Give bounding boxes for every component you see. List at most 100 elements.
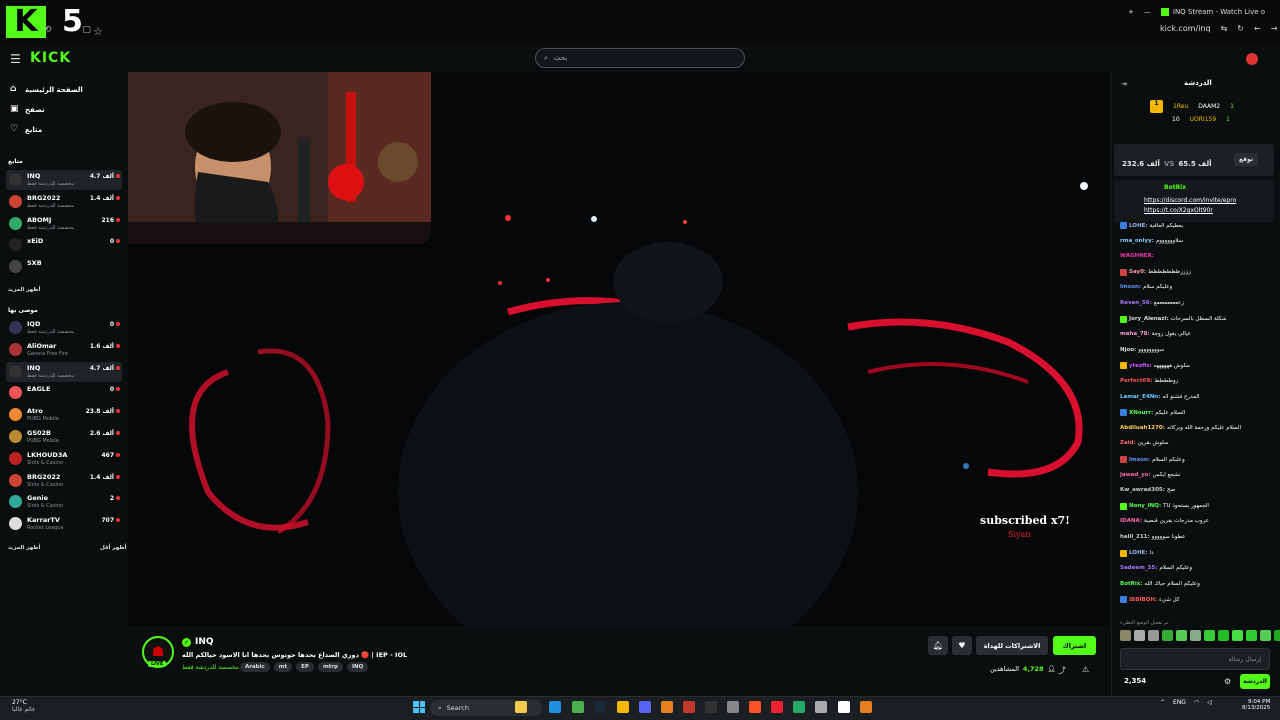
tab-active[interactable]: INQ Stream - Watch Live o	[1160, 8, 1265, 16]
app-icon[interactable]	[860, 701, 872, 713]
tag[interactable]: mt	[273, 662, 293, 672]
brave-icon[interactable]	[749, 701, 761, 713]
app-icon[interactable]	[838, 701, 850, 713]
tag[interactable]: EP	[296, 662, 314, 672]
prediction-button[interactable]: توقع	[1233, 153, 1258, 166]
show-less-recommended[interactable]: أظهر أقل	[100, 545, 126, 551]
chat-username[interactable]: Say0:	[1129, 269, 1146, 275]
chat-username[interactable]: Lamar_E4Nn:	[1120, 394, 1160, 400]
emote-icon[interactable]	[1148, 630, 1159, 641]
chat-username[interactable]: Abdiluah1270:	[1120, 425, 1165, 431]
emote-icon[interactable]	[1120, 630, 1131, 641]
prediction-banner[interactable]: 232.6 ألف VS 65.5 ألف توقع	[1114, 144, 1274, 176]
forward-icon[interactable]: →	[1271, 24, 1278, 33]
subscribe-button[interactable]: اشتراك	[1053, 636, 1096, 655]
sidebar-item-following[interactable]: ♡ متابع	[10, 125, 42, 134]
obs-icon[interactable]	[705, 701, 717, 713]
chat-username[interactable]: XNourr:	[1129, 410, 1153, 416]
show-more-following[interactable]: أظهر المزيد	[8, 287, 40, 293]
channel-item[interactable]: INQ مخصصة للدردشة فقط 4.7 ألف	[6, 361, 122, 382]
emote-icon[interactable]	[1204, 630, 1215, 641]
channel-item[interactable]: INQ مخصصة للدردشة فقط 4.7 ألف	[6, 170, 122, 190]
collapse-chat-icon[interactable]: ⇥	[1121, 80, 1127, 88]
chat-username[interactable]: Sadeem_35:	[1120, 565, 1157, 571]
channel-points[interactable]: 2,354	[1124, 677, 1146, 685]
channel-item[interactable]: SXB	[6, 257, 122, 277]
wifi-icon[interactable]: ◠	[1194, 699, 1199, 706]
lang-indicator[interactable]: ENG	[1173, 699, 1186, 706]
emote-icon[interactable]	[1190, 630, 1201, 641]
channel-item[interactable]: BRG2022 مخصصة للدردشة فقط 1.4 ألف	[6, 192, 122, 212]
chat-username[interactable]: maha_78:	[1120, 331, 1150, 337]
app-icon[interactable]	[793, 701, 805, 713]
file-explorer-icon[interactable]	[515, 701, 527, 713]
emote-icon[interactable]	[1246, 630, 1257, 641]
app-icon[interactable]	[661, 701, 673, 713]
system-clock[interactable]: 9:04 PM 8/13/2025	[1242, 699, 1270, 711]
channel-item[interactable]: EAGLE 0	[6, 383, 122, 403]
windows-start-icon[interactable]	[413, 701, 425, 713]
chat-username[interactable]: Nony_INQ:	[1129, 503, 1161, 509]
refresh-icon[interactable]: ↻	[1237, 24, 1244, 33]
emote-icon[interactable]	[1134, 630, 1145, 641]
channel-item[interactable]: xEiD 0	[6, 235, 122, 255]
chat-username[interactable]: LOHE:	[1129, 223, 1148, 229]
volume-icon[interactable]: ◁	[1207, 699, 1212, 706]
pinned-link[interactable]: https://t.co/X2gxOlt90r	[1144, 207, 1213, 214]
discord-icon[interactable]	[639, 701, 651, 713]
channel-item[interactable]: IQD مخصصة للدردشة فقط 0	[6, 318, 122, 338]
chat-username[interactable]: rma_onlyy:	[1120, 238, 1154, 244]
app-icon[interactable]	[683, 701, 695, 713]
menu-icon[interactable]: ☰	[10, 52, 21, 66]
chat-username[interactable]: ytezfiz:	[1129, 363, 1152, 369]
channel-item[interactable]: Atro PUBG Mobile 23.8 ألف	[6, 405, 122, 425]
chat-username[interactable]: Revan_56:	[1120, 300, 1152, 306]
steam-icon[interactable]	[594, 701, 606, 713]
streamer-name[interactable]: ✓ INQ	[182, 637, 214, 647]
app-icon[interactable]	[815, 701, 827, 713]
chat-username[interactable]: WAGHNER:	[1120, 253, 1154, 259]
channel-item[interactable]: AliOmar Garena Free Fire 1.6 ألف	[6, 340, 122, 360]
emote-icon[interactable]	[1274, 630, 1280, 641]
kick-logo[interactable]: KICK	[30, 50, 71, 66]
chat-username[interactable]: Zaid:	[1120, 440, 1136, 446]
sidebar-item-home[interactable]: ⌂ الصفحة الرئيسية	[10, 85, 83, 94]
emote-icon[interactable]	[1232, 630, 1243, 641]
chrome-icon[interactable]	[572, 701, 584, 713]
chat-input[interactable]: إرسال رسالة	[1120, 648, 1270, 670]
edge-icon[interactable]	[549, 701, 561, 713]
chat-username[interactable]: lmxon:	[1129, 457, 1150, 463]
chat-username[interactable]: lmxon:	[1120, 284, 1141, 290]
channel-item[interactable]: GS02B PUBG Mobile 2.6 ألف	[6, 427, 122, 447]
settings-icon[interactable]: ⇆	[1221, 24, 1228, 33]
tag[interactable]: INQ	[346, 662, 369, 672]
chat-username[interactable]: jawad_yo:	[1120, 472, 1151, 478]
tag[interactable]: mtrp	[317, 662, 343, 672]
user-avatar[interactable]	[1246, 53, 1258, 65]
channel-item[interactable]: Genie Slots & Casino 2	[6, 492, 122, 512]
stream-category[interactable]: مخصصة للدردشة فقط	[182, 664, 239, 671]
emote-icon[interactable]	[1218, 630, 1229, 641]
chat-send-button[interactable]: الدردشة	[1240, 674, 1270, 689]
weather-widget[interactable]: 27°C غائم غالبا	[12, 699, 35, 713]
channel-item[interactable]: LKHOUD3A Slots & Casino 467	[6, 449, 122, 469]
chat-username[interactable]: IBBIBQH:	[1129, 597, 1157, 603]
search-input[interactable]: ⌕ بحث	[535, 48, 745, 68]
channel-item[interactable]: ABOMJ مخصصة للدردشة فقط 216	[6, 214, 122, 234]
share-icon[interactable]: ⤴	[1058, 665, 1066, 676]
gift-subs-button[interactable]: الاشتراكات للهداة	[976, 636, 1048, 655]
address-bar[interactable]: kick.com/inq ⇆ ↻ ← →	[1160, 24, 1277, 33]
pinned-link[interactable]: https://discord.com/invite/epro	[1144, 197, 1236, 204]
emote-icon[interactable]	[1176, 630, 1187, 641]
chat-username[interactable]: BotRix:	[1120, 581, 1142, 587]
back-icon[interactable]: ←	[1254, 24, 1261, 33]
bookmark-star-icon[interactable]: ☆	[93, 25, 103, 38]
tab-list-icon[interactable]: —	[1144, 8, 1151, 16]
folder-icon[interactable]	[617, 701, 629, 713]
show-more-recommended[interactable]: أظهر المزيد	[8, 545, 40, 551]
channel-item[interactable]: BRG2022 Slots & Casino 1.4 ألف	[6, 471, 122, 491]
sidebar-item-browse[interactable]: ▣ تصفح	[10, 105, 45, 114]
chat-settings-icon[interactable]: ⚙	[1224, 677, 1231, 686]
emote-icon[interactable]	[1260, 630, 1271, 641]
channel-item[interactable]: KarrarTV Rocket League 707	[6, 514, 122, 534]
